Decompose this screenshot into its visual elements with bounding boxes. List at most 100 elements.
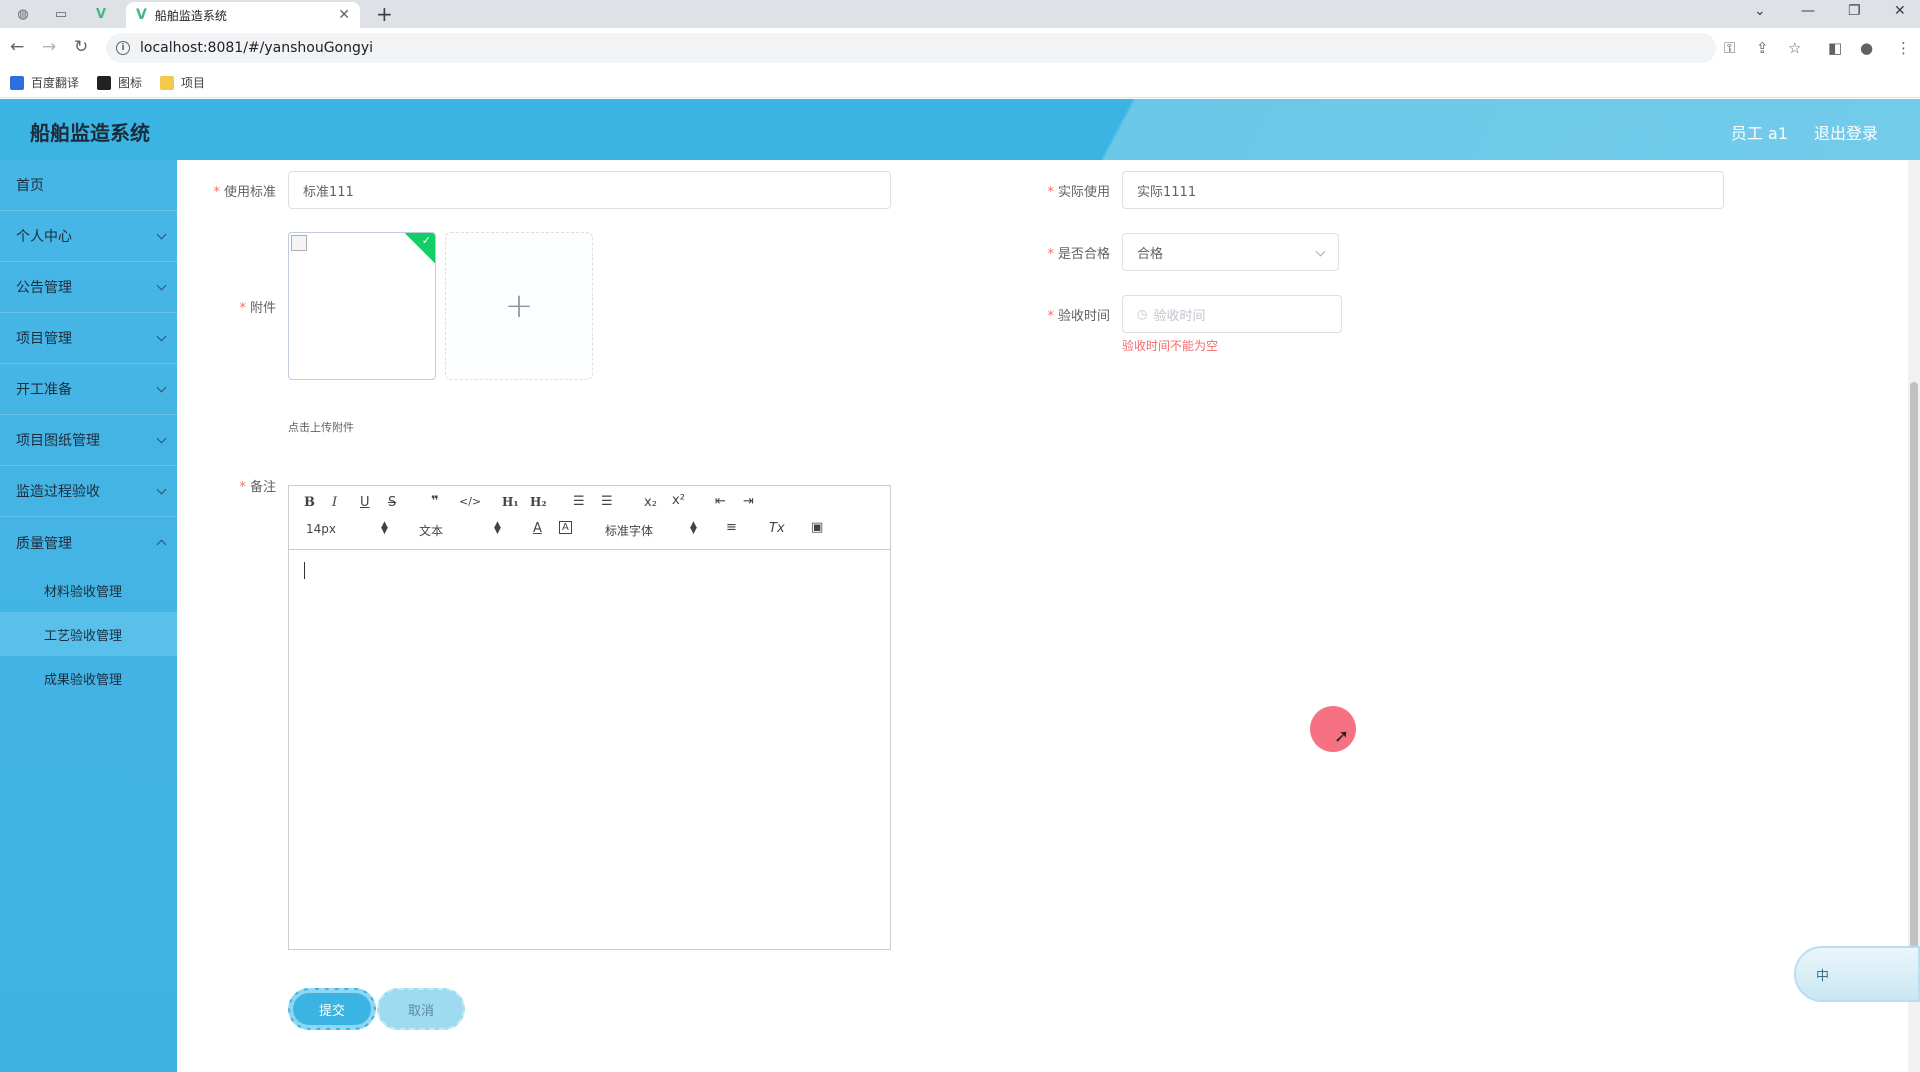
editor-content-area[interactable] — [289, 550, 890, 948]
site-info-icon[interactable]: i — [116, 41, 130, 55]
sidebar-item-announcements[interactable]: 公告管理 — [0, 262, 177, 313]
ime-widget[interactable]: 中 — [1794, 946, 1920, 1002]
scrollbar-thumb[interactable] — [1910, 382, 1918, 1002]
code-block-icon[interactable]: </> — [459, 495, 481, 508]
editor-toolbar: B I U S ❞ </> H₁ H₂ ☰ ☰ x₂ x² ⇤ ⇥ 14px ▲… — [289, 486, 890, 550]
bold-icon[interactable]: B — [304, 495, 315, 510]
clear-format-icon[interactable]: Tx — [769, 521, 785, 536]
strike-icon[interactable]: S — [388, 495, 396, 510]
close-tab-icon[interactable]: ✕ — [338, 7, 350, 23]
address-bar-row: ← → ↻ i localhost:8081/#/yanshouGongyi ⚿… — [0, 28, 1920, 68]
select-value: 合格 — [1137, 246, 1164, 262]
italic-icon[interactable]: I — [332, 495, 337, 510]
sidebar-item-label: 项目图纸管理 — [16, 433, 100, 449]
key-icon[interactable]: ⚿ — [1724, 39, 1735, 57]
active-tab[interactable]: V 船舶监造系统 ✕ — [126, 2, 360, 28]
heading1-icon[interactable]: H₁ — [502, 495, 519, 509]
submenu-item-material-acceptance[interactable]: 材料验收管理 — [0, 568, 177, 612]
minimize-button[interactable]: — — [1801, 3, 1815, 19]
sidebar-item-label: 质量管理 — [16, 535, 72, 552]
sidebar-item-label: 个人中心 — [16, 229, 72, 245]
back-icon[interactable]: ← — [10, 37, 24, 57]
mouse-pointer-icon: ➚ — [1334, 726, 1350, 747]
reload-icon[interactable]: ↻ — [74, 37, 88, 57]
indent-icon[interactable]: ⇥ — [743, 494, 754, 509]
profile-icon[interactable]: ● — [1860, 39, 1873, 57]
background-color-icon[interactable]: A — [559, 521, 572, 534]
sidebar-item-label: 监造过程验收 — [16, 484, 100, 500]
input-value: 标准111 — [303, 184, 354, 200]
superscript-icon[interactable]: x² — [672, 493, 685, 508]
submit-button[interactable]: 提交 — [288, 988, 376, 1030]
uploaded-file-thumbnail[interactable]: ✓ — [288, 232, 436, 380]
vue-tab-icon[interactable]: V — [90, 4, 112, 24]
bookmark-icons[interactable]: 图标 — [97, 74, 142, 91]
app-header: 船舶监造系统 员工 a1 退出登录 — [0, 99, 1920, 160]
sidebar-item-quality[interactable]: 质量管理 — [0, 517, 177, 568]
upload-hint: 点击上传附件 — [288, 421, 354, 434]
globe-icon[interactable]: ◍ — [12, 4, 34, 24]
share-icon[interactable]: ⇪ — [1756, 39, 1769, 57]
subscript-icon[interactable]: x₂ — [644, 495, 657, 510]
text-caret — [304, 562, 305, 579]
chevron-down-icon — [156, 229, 167, 239]
accept-time-label: * 验收时间 — [1030, 305, 1110, 324]
sidebar-item-home[interactable]: 首页 — [0, 160, 177, 211]
actual-input[interactable]: 实际1111 — [1122, 171, 1724, 209]
font-size-select[interactable]: 14px — [306, 522, 336, 536]
forward-icon[interactable]: → — [42, 37, 56, 57]
heading2-icon[interactable]: H₂ — [530, 495, 547, 509]
add-attachment-button[interactable]: + — [445, 232, 593, 380]
outdent-icon[interactable]: ⇤ — [715, 494, 726, 509]
sidebar-item-drawings[interactable]: 项目图纸管理 — [0, 415, 177, 466]
bookmark-project-folder[interactable]: 项目 — [160, 74, 205, 91]
ime-mode-label: 中 — [1816, 968, 1830, 984]
bookmarks-bar: 百度翻译 图标 项目 — [0, 68, 1920, 98]
sidebar-item-projects[interactable]: 项目管理 — [0, 313, 177, 364]
cursor-highlight — [1310, 706, 1356, 752]
chevron-down-icon — [156, 280, 167, 290]
qualified-select[interactable]: 合格 — [1122, 233, 1339, 271]
label-text: 备注 — [249, 480, 276, 495]
insert-image-icon[interactable]: ▣ — [811, 520, 823, 535]
menu-dots-icon[interactable]: ⋮ — [1896, 39, 1911, 57]
required-mark: * — [1047, 185, 1054, 200]
close-window-button[interactable]: ✕ — [1894, 3, 1906, 19]
required-mark: * — [239, 301, 246, 316]
submenu-item-result-acceptance[interactable]: 成果验收管理 — [0, 656, 177, 700]
sidebar-item-label: 开工准备 — [16, 382, 72, 398]
new-tab-button[interactable]: + — [376, 2, 393, 26]
side-panel-icon[interactable]: ◧ — [1828, 39, 1842, 57]
bookmark-star-icon[interactable]: ☆ — [1788, 39, 1801, 57]
blockquote-icon[interactable]: ❞ — [431, 494, 439, 509]
accept-time-picker[interactable]: ◷ 验收时间 — [1122, 295, 1342, 333]
restore-button[interactable]: ❐ — [1848, 3, 1861, 19]
bookmark-label: 图标 — [118, 76, 143, 90]
ordered-list-icon[interactable]: ☰ — [573, 494, 585, 509]
chevron-down-icon — [156, 484, 167, 494]
font-family-select[interactable]: 标准字体 — [605, 522, 653, 539]
omnibox[interactable]: i localhost:8081/#/yanshouGongyi — [106, 33, 1716, 63]
bullet-list-icon[interactable]: ☰ — [601, 494, 613, 509]
header-select[interactable]: 文本 — [419, 522, 443, 539]
sidebar-item-label: 公告管理 — [16, 280, 72, 296]
chevron-down-icon — [156, 433, 167, 443]
qualified-label: * 是否合格 — [1030, 243, 1110, 262]
underline-icon[interactable]: U — [360, 495, 370, 510]
sidebar-item-start-prep[interactable]: 开工准备 — [0, 364, 177, 415]
tab-search-icon[interactable]: ⌄ — [1754, 3, 1766, 19]
submenu-item-process-acceptance[interactable]: 工艺验收管理 — [0, 612, 177, 656]
blank-tab-icon[interactable]: ▭ — [50, 4, 72, 24]
placeholder-text: 验收时间 — [1153, 308, 1206, 324]
page-scrollbar[interactable] — [1908, 160, 1920, 1072]
bookmark-baidu-translate[interactable]: 百度翻译 — [10, 74, 79, 91]
align-icon[interactable]: ≡ — [726, 520, 737, 535]
sidebar-item-process-acceptance[interactable]: 监造过程验收 — [0, 466, 177, 517]
accept-time-error: 验收时间不能为空 — [1122, 339, 1219, 353]
select-arrows-icon: ▲ ▼ — [494, 520, 501, 536]
sidebar-item-personal-center[interactable]: 个人中心 — [0, 211, 177, 262]
cancel-button[interactable]: 取消 — [377, 988, 465, 1030]
font-color-icon[interactable]: A — [533, 521, 542, 536]
logout-link[interactable]: 退出登录 — [1814, 120, 1878, 144]
standard-input[interactable]: 标准111 — [288, 171, 891, 209]
